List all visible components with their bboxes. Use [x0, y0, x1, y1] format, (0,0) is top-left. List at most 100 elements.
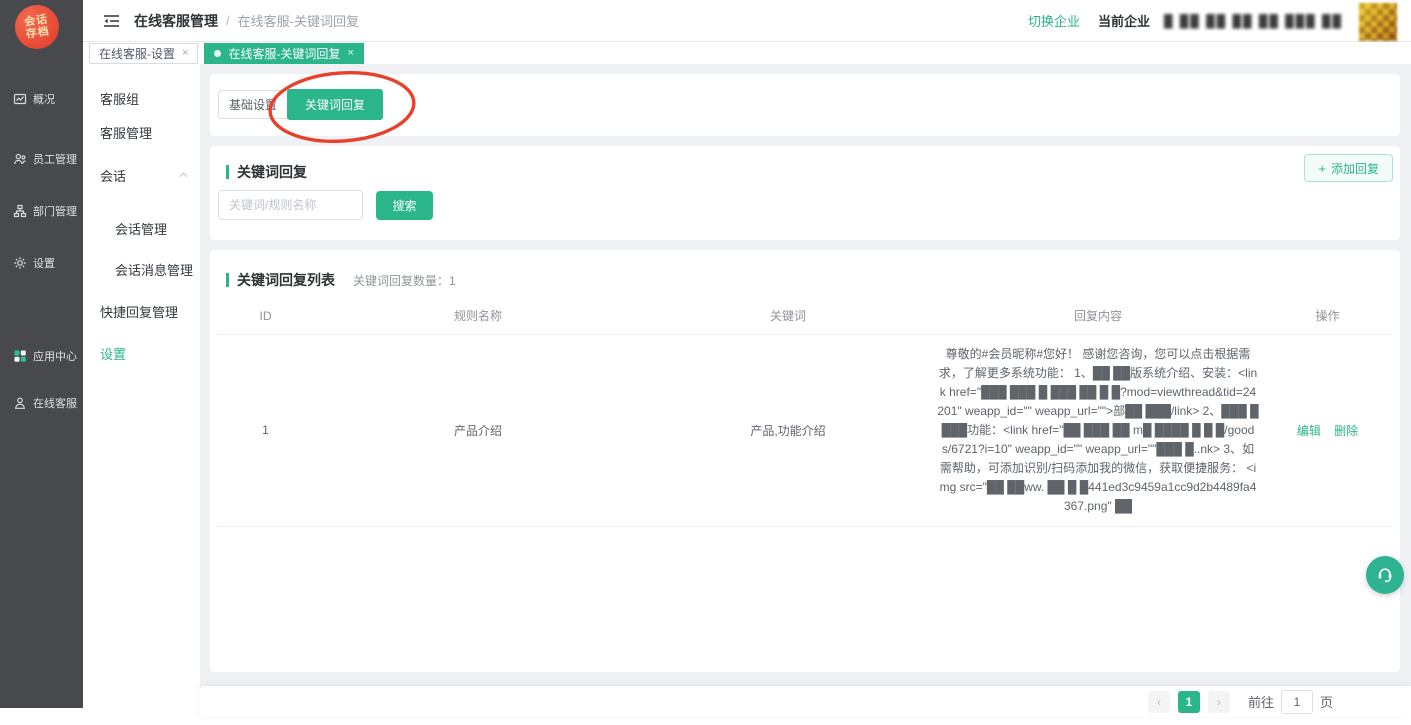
- keyword-reply-list-card: 关键词回复列表 关键词回复数量：1 ID 规则名称 关键词 回复内容 操作 1 …: [210, 250, 1400, 672]
- collapse-menu-icon[interactable]: [103, 14, 120, 28]
- app-window: 会话 存档 概况 员工管理 部门管理 设置: [0, 0, 1411, 725]
- customer-service-float-button[interactable]: [1366, 556, 1404, 594]
- keyword-reply-button[interactable]: 关键词回复: [287, 89, 383, 120]
- sidebar-item-label: 设置: [33, 255, 55, 271]
- search-button[interactable]: 搜索: [376, 191, 433, 220]
- sidebar-item-label: 在线客服: [33, 395, 77, 411]
- app-logo[interactable]: 会话 存档: [12, 2, 62, 52]
- sidebar-item-app-center[interactable]: 应用中心: [0, 344, 83, 368]
- top-header: 在线客服管理 / 在线客服-关键词回复 切换企业 当前企业 █ ██ ██ ██…: [83, 0, 1411, 42]
- sidebar-item-overview[interactable]: 概况: [0, 87, 83, 111]
- keyword-reply-table: ID 规则名称 关键词 回复内容 操作 1 产品介绍 产品,功能介绍 尊敬的#会…: [218, 298, 1392, 527]
- sidebar-item-department[interactable]: 部门管理: [0, 199, 83, 223]
- sidebar-item-online-service[interactable]: 在线客服: [0, 391, 83, 415]
- cell-actions: 编辑 删除: [1263, 334, 1392, 526]
- settings-gear-icon: [13, 256, 27, 270]
- column-header-actions: 操作: [1263, 298, 1392, 334]
- reply-content-text: 尊敬的#会员昵称#您好！ 感谢您咨询，您可以点击根据需求，了解更多系统功能： 1…: [937, 345, 1259, 516]
- keyword-search-input[interactable]: [218, 190, 363, 220]
- plus-icon: +: [1318, 161, 1326, 176]
- secondary-sidebar: 客服组 客服管理 会话 会话管理 会话消息管理 快捷回复管理 设置: [83, 64, 200, 717]
- tab-keyword-reply[interactable]: 在线客服-关键词回复 ×: [204, 43, 363, 64]
- section-accent-bar: [226, 165, 229, 179]
- table-header-row: ID 规则名称 关键词 回复内容 操作: [218, 298, 1392, 334]
- sidebar-item-settings[interactable]: 设置: [0, 251, 83, 275]
- column-header-rule-name: 规则名称: [313, 298, 643, 334]
- subnav-settings[interactable]: 设置: [83, 342, 200, 364]
- button-label: 基础设置: [229, 96, 277, 113]
- prev-page-button[interactable]: ‹: [1148, 691, 1170, 713]
- add-reply-button[interactable]: + 添加回复: [1304, 154, 1393, 182]
- goto-label: 前往: [1248, 692, 1274, 711]
- overview-chart-icon: [13, 92, 27, 106]
- cell-keywords: 产品,功能介绍: [643, 334, 933, 526]
- cell-reply-content: 尊敬的#会员昵称#您好！ 感谢您咨询，您可以点击根据需求，了解更多系统功能： 1…: [933, 334, 1263, 526]
- breadcrumb-root[interactable]: 在线客服管理: [134, 11, 218, 31]
- sidebar-item-label: 员工管理: [33, 151, 77, 167]
- column-header-id: ID: [218, 298, 313, 334]
- subnav-quick-reply-management[interactable]: 快捷回复管理: [83, 300, 200, 322]
- column-header-reply-content: 回复内容: [933, 298, 1263, 334]
- cell-rule-name: 产品介绍: [313, 334, 643, 526]
- subnav-label: 客服组: [100, 89, 139, 108]
- view-toggle-card: 基础设置 关键词回复: [210, 74, 1400, 136]
- goto-page-input[interactable]: [1281, 690, 1313, 714]
- subnav-label: 会话消息管理: [115, 260, 193, 279]
- delete-link[interactable]: 删除: [1334, 424, 1358, 438]
- subnav-label: 设置: [100, 344, 126, 363]
- subnav-service-management[interactable]: 客服管理: [83, 121, 200, 143]
- current-company-label: 当前企业: [1098, 11, 1150, 30]
- reply-count-label: 关键词回复数量：1: [353, 272, 456, 289]
- app-center-icon: [13, 349, 27, 363]
- cell-id: 1: [218, 334, 313, 526]
- subnav-label: 会话管理: [115, 219, 167, 238]
- subnav-session-management[interactable]: 会话管理: [83, 217, 200, 239]
- user-avatar[interactable]: [1359, 3, 1397, 41]
- edit-link[interactable]: 编辑: [1297, 424, 1321, 438]
- breadcrumb-separator: /: [226, 13, 230, 28]
- sidebar-item-label: 应用中心: [33, 348, 77, 364]
- department-icon: [13, 204, 27, 218]
- tab-close-icon[interactable]: ×: [182, 47, 188, 59]
- breadcrumb-current: 在线客服-关键词回复: [238, 11, 359, 30]
- view-toggle-group: 基础设置 关键词回复: [218, 89, 383, 120]
- switch-company-link[interactable]: 切换企业: [1028, 11, 1080, 30]
- keyword-reply-filter-card: 关键词回复 + 添加回复 搜索: [210, 146, 1400, 240]
- subnav-label: 会话: [100, 166, 126, 185]
- subnav-label: 快捷回复管理: [100, 302, 178, 321]
- active-tab-dot-icon: [214, 50, 221, 57]
- button-label: 添加回复: [1331, 160, 1379, 177]
- tab-online-service-settings[interactable]: 在线客服-设置 ×: [89, 43, 198, 64]
- tab-label: 在线客服-关键词回复: [228, 45, 340, 62]
- section-title-text: 关键词回复: [237, 162, 307, 182]
- list-section-title: 关键词回复列表 关键词回复数量：1: [226, 270, 456, 290]
- subnav-session-message-management[interactable]: 会话消息管理: [83, 258, 200, 280]
- tab-label: 在线客服-设置: [99, 45, 175, 62]
- table-row: 1 产品介绍 产品,功能介绍 尊敬的#会员昵称#您好！ 感谢您咨询，您可以点击根…: [218, 334, 1392, 526]
- chevron-up-icon: [179, 172, 188, 178]
- sidebar-item-staff[interactable]: 员工管理: [0, 147, 83, 171]
- button-label: 关键词回复: [305, 96, 365, 113]
- online-service-icon: [13, 396, 27, 410]
- subnav-label: 客服管理: [100, 123, 152, 142]
- page-number-button[interactable]: 1: [1178, 691, 1200, 713]
- column-header-keywords: 关键词: [643, 298, 933, 334]
- company-name-redacted: █ ██ ██ ██ ██ ███ ██: [1164, 14, 1343, 28]
- section-accent-bar: [226, 273, 229, 287]
- staff-icon: [13, 152, 27, 166]
- basic-settings-button[interactable]: 基础设置: [218, 90, 288, 119]
- subnav-session[interactable]: 会话: [83, 164, 200, 186]
- sidebar-item-label: 部门管理: [33, 203, 77, 219]
- section-title-text: 关键词回复列表: [237, 270, 335, 290]
- tab-bar: 在线客服-设置 × 在线客服-关键词回复 ×: [83, 42, 1411, 64]
- tab-close-icon[interactable]: ×: [347, 47, 353, 59]
- next-page-button[interactable]: ›: [1208, 691, 1230, 713]
- search-row: 搜索: [218, 190, 433, 220]
- subnav-service-group[interactable]: 客服组: [83, 87, 200, 109]
- headset-icon: [1375, 565, 1395, 585]
- sidebar-item-label: 概况: [33, 91, 55, 107]
- header-right: 切换企业 当前企业 █ ██ ██ ██ ██ ███ ██: [1028, 1, 1411, 41]
- primary-sidebar: 会话 存档 概况 员工管理 部门管理 设置: [0, 0, 83, 708]
- filter-section-title: 关键词回复: [226, 162, 307, 182]
- pagination-bar: ‹ 1 › 前往 页: [200, 686, 1411, 717]
